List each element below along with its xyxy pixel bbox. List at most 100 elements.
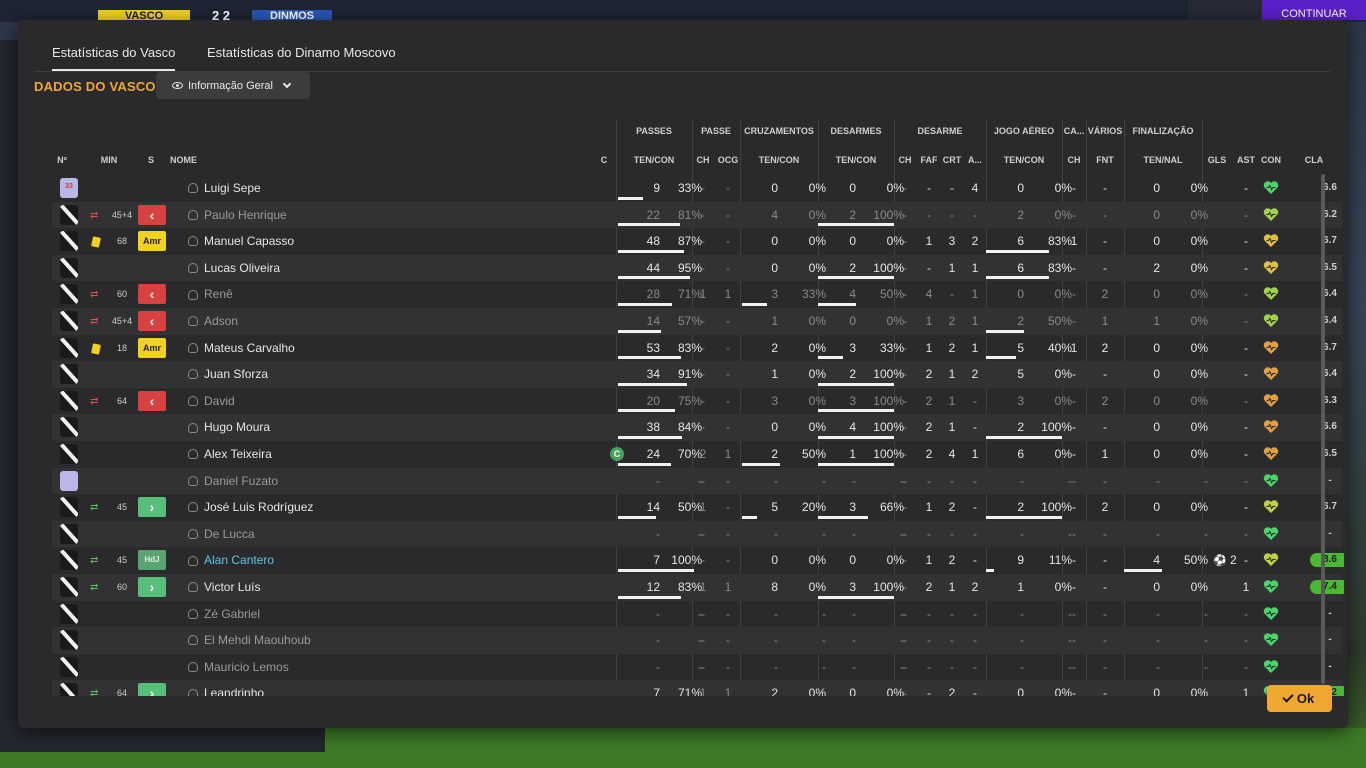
table-row[interactable]: ⇄ 45+4 ‹ Paulo Henrique 22 81% - -4 0% 2 100% - - - -2…	[52, 201, 1342, 229]
match-rating: 6.6	[1323, 182, 1337, 193]
player-name-cell[interactable]: Hugo Moura	[188, 414, 270, 441]
col-header-ca-ch[interactable]: CH	[1062, 155, 1086, 165]
col-header-c[interactable]: C	[598, 155, 610, 165]
col-header-desarme-ch[interactable]: CH	[894, 155, 916, 165]
tab-dinamo-stats[interactable]: Estatísticas do Dinamo Moscovo	[207, 45, 396, 71]
desarme-ch: -	[903, 580, 907, 594]
col-header-desarme-a[interactable]: A...	[964, 155, 986, 165]
col-header-desarme-crt[interactable]: CRT	[941, 155, 963, 165]
desarme-faf: -	[927, 260, 931, 275]
table-row[interactable]: Hugo Moura 38 84% - -0 0% 4 100% -2 1-2 100% - -0 0% -…	[52, 414, 1342, 441]
ok-button[interactable]: Ok	[1267, 685, 1332, 712]
player-name[interactable]: Adson	[204, 308, 238, 335]
table-row[interactable]: ⇄ 60 › Victor Luís 12 83% 1 1 8 0% 3 100% -2 1 2 1 0% - -0…	[52, 574, 1344, 601]
col-header-no[interactable]: Nº	[54, 155, 70, 165]
table-row[interactable]: 18 Amr Mateus Carvalho 53 83% - -2 0% 3 33% -1 2 1 5 4…	[52, 335, 1342, 362]
table-row[interactable]: De Lucca - - - - - - - - - - - - - - - - - - - -	[52, 520, 1342, 548]
player-name[interactable]: Zé Gabriel	[204, 601, 260, 628]
player-name-cell[interactable]: Daniel Fuzato	[188, 468, 278, 495]
col-header-s[interactable]: S	[144, 155, 158, 165]
col-header-fin-tennal[interactable]: TEN/NAL	[1124, 155, 1202, 165]
player-name[interactable]: El Mehdi Maouhoub	[204, 627, 311, 654]
player-name-cell[interactable]: Alex Teixeira	[188, 441, 272, 468]
player-name[interactable]: Daniel Fuzato	[204, 468, 278, 495]
crosses-attempted: -	[774, 606, 778, 621]
table-row[interactable]: 33 Luigi Sepe 9 33% - -0 0% 0 0% - - -4 0 0% - -0 0% -6.6	[52, 175, 1342, 202]
player-name-cell[interactable]: Mateus Carvalho	[188, 335, 295, 362]
col-header-gls[interactable]: GLS	[1204, 155, 1230, 165]
tab-vasco-stats[interactable]: Estatísticas do Vasco	[52, 45, 176, 71]
table-row[interactable]: Lucas Oliveira 44 95% - -0 0% 2 100% - -1 1 6 83% - -2…	[52, 254, 1342, 282]
player-name-cell[interactable]: De Lucca	[188, 521, 255, 548]
player-name[interactable]: Alan Cantero	[204, 547, 274, 574]
player-name[interactable]: José Luis Rodríguez	[204, 494, 313, 521]
col-header-ast[interactable]: AST	[1234, 155, 1258, 165]
player-name-cell[interactable]: Juan Sforza	[188, 361, 268, 388]
table-row[interactable]: Alex Teixeira C 24 70% 2 1 2 50% 1 100% -2 4 1 6 0% -1 0…	[52, 441, 1342, 468]
table-row[interactable]: Zé Gabriel - - - - - - - - - - - - - - - - - - - -	[52, 601, 1342, 628]
table-row[interactable]: ⇄ 45 › José Luis Rodríguez 14 50% 1-5 20% 3 66% -1…	[52, 494, 1342, 521]
table-row[interactable]: Daniel Fuzato - - - - - - - - - - - - - - - - - - - -	[52, 467, 1342, 495]
player-name[interactable]: Hugo Moura	[204, 414, 270, 441]
shots-attempted: -	[1156, 606, 1160, 621]
col-header-con[interactable]: CON	[1258, 155, 1284, 165]
col-header-desarmes-tencon[interactable]: TEN/CON	[818, 155, 894, 165]
player-name-cell[interactable]: José Luis Rodríguez	[188, 494, 313, 521]
col-header-passe-ocg[interactable]: OCG	[716, 155, 740, 165]
player-name[interactable]: David	[204, 388, 235, 415]
col-header-min[interactable]: MIN	[98, 155, 120, 165]
table-row[interactable]: Juan Sforza 34 91% - -1 0% 2 100% -2 1 2 5 0% - -0 0% -6…	[52, 361, 1342, 388]
assists: -	[1244, 420, 1248, 435]
player-name[interactable]: Mateus Carvalho	[204, 335, 295, 362]
table-scrollbar[interactable]	[1321, 174, 1325, 684]
desarme-ch: -	[903, 393, 907, 408]
table-row[interactable]: ⇄ 60 ‹ Renê 28 71% 1 1 3 33% 4 50% -4-1 0 0% -2 0 0% -6.4	[52, 281, 1342, 308]
player-name-cell[interactable]: Lucas Oliveira	[188, 255, 280, 282]
shirt-icon	[60, 390, 78, 411]
desarme-a: -	[973, 659, 977, 674]
table-row[interactable]: Mauricio Lemos - - - - - - - - - - - - - - - - - - - -	[52, 654, 1342, 681]
player-name[interactable]: Victor Luís	[204, 574, 260, 601]
player-name[interactable]: De Lucca	[204, 521, 255, 548]
player-name-cell[interactable]: Paulo Henrique	[188, 202, 287, 229]
table-row[interactable]: ⇄ 45+4 ‹ Adson 14 57% - -1 0% 0 0% -1 2 1 2 50% -1 1 0% -6.…	[52, 308, 1342, 335]
player-name-cell[interactable]: Luigi Sepe	[188, 175, 261, 202]
table-row[interactable]: ⇄ 64 ‹ David 20 75% - -3 0% 3 100% -2 1-3 0% -2 0 0% -6.3	[52, 388, 1342, 415]
player-name[interactable]: Alex Teixeira	[204, 441, 272, 468]
top-right-controls[interactable]	[1188, 0, 1262, 20]
col-header-fnt[interactable]: FNT	[1086, 155, 1124, 165]
player-name-cell[interactable]: Adson	[188, 308, 238, 335]
player-name-cell[interactable]: Leandrinho	[188, 680, 264, 696]
player-name-cell[interactable]: Renê	[188, 281, 233, 308]
table-row[interactable]: 68 Amr Manuel Capasso 48 87% - -0 0% 0 0% -1 3 2 6 83%…	[52, 228, 1342, 255]
table-row[interactable]: ⇄ 45 HdJ Alan Cantero 7 100% - -0 0% 0 0% -1 2-9 11% -…	[52, 547, 1344, 574]
col-header-nome[interactable]: NOME	[170, 155, 210, 165]
player-name[interactable]: Renê	[204, 281, 233, 308]
view-dropdown[interactable]: Informação Geral	[156, 72, 310, 99]
player-name-cell[interactable]: Victor Luís	[188, 574, 260, 601]
player-name[interactable]: Paulo Henrique	[204, 202, 287, 229]
col-header-aereo-tencon[interactable]: TEN/CON	[986, 155, 1062, 165]
table-row[interactable]: El Mehdi Maouhoub - - - - - - - - - - - - - - - - - - - -	[52, 627, 1342, 654]
player-name-cell[interactable]: Mauricio Lemos	[188, 654, 289, 681]
player-name-cell[interactable]: El Mehdi Maouhoub	[188, 627, 311, 654]
player-name-cell[interactable]: Manuel Capasso	[188, 228, 294, 255]
player-name-cell[interactable]: David	[188, 388, 235, 415]
col-header-cruz-tencon[interactable]: TEN/CON	[740, 155, 818, 165]
shots-attempted: 0	[1153, 447, 1160, 461]
continue-button[interactable]: CONTINUAR	[1262, 0, 1366, 20]
col-header-cla[interactable]: CLA	[1294, 155, 1334, 165]
player-name[interactable]: Leandrinho	[204, 680, 264, 696]
player-name[interactable]: Luigi Sepe	[204, 175, 261, 202]
col-header-passe-ch[interactable]: CH	[692, 155, 714, 165]
player-name[interactable]: Manuel Capasso	[204, 228, 294, 255]
player-name[interactable]: Mauricio Lemos	[204, 654, 289, 681]
col-header-passes-tencon[interactable]: TEN/CON	[616, 155, 692, 165]
player-name[interactable]: Juan Sforza	[204, 361, 268, 388]
player-name[interactable]: Lucas Oliveira	[204, 255, 280, 282]
shots-on-target-pct: 0%	[1190, 234, 1208, 249]
player-name-cell[interactable]: Alan Cantero	[188, 547, 274, 574]
col-header-desarme-faf[interactable]: FAF	[918, 155, 940, 165]
table-row[interactable]: ⇄64›Leandrinho771%1120%00%--2-00%--00%17…	[52, 680, 1344, 696]
player-name-cell[interactable]: Zé Gabriel	[188, 601, 260, 628]
